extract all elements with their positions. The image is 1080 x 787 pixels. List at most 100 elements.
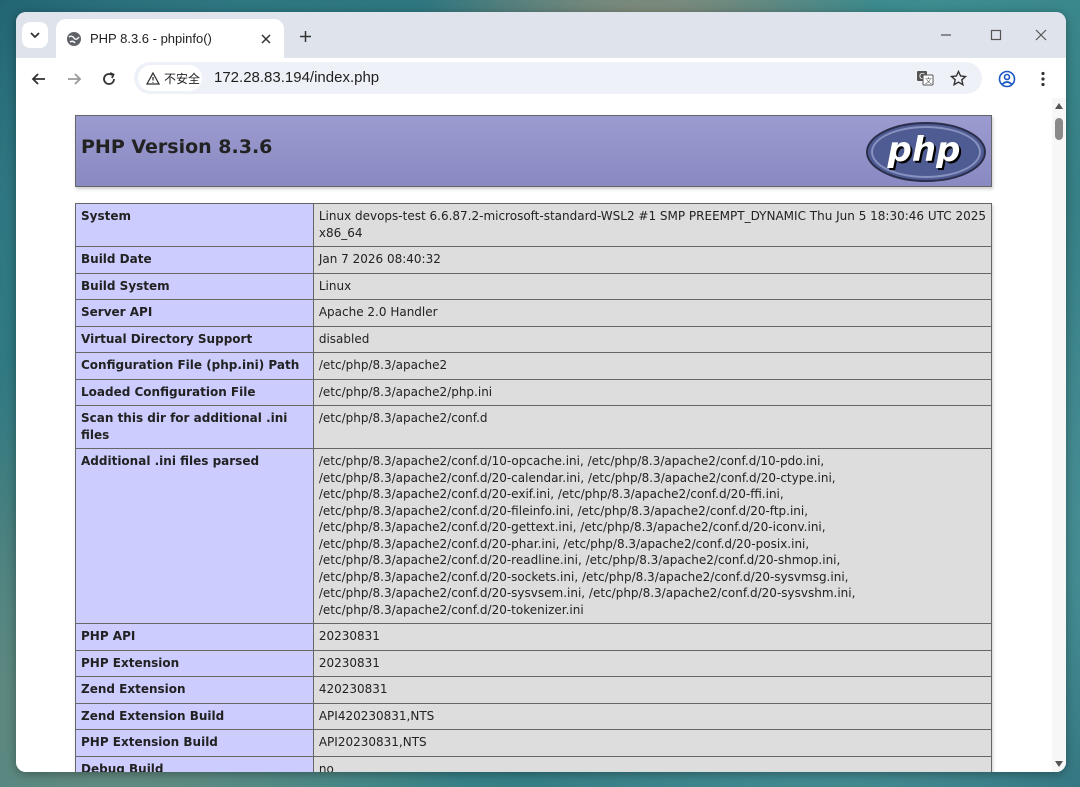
- page-viewport: PHP Version 8.3.6 php php System Linux de…: [16, 98, 1066, 772]
- table-row: PHP Extension 20230831: [75, 649, 993, 677]
- value-line: /etc/php/8.3/apache2/conf.d: [318, 411, 488, 425]
- menu-button[interactable]: [1032, 68, 1054, 90]
- row-key: Zend Extension Build: [75, 702, 314, 730]
- row-value: disabled: [312, 325, 993, 353]
- row-key: Build System: [75, 272, 314, 300]
- value-line: no: [318, 761, 334, 773]
- scroll-up-arrow[interactable]: [1054, 102, 1064, 110]
- vertical-scrollbar[interactable]: [1052, 98, 1066, 772]
- scroll-down-arrow[interactable]: [1054, 760, 1064, 768]
- phpinfo-page: PHP Version 8.3.6 php php System Linux de…: [75, 115, 993, 773]
- value-line: 420230831: [318, 682, 388, 696]
- arrow-left-icon: [31, 73, 45, 85]
- forward-button[interactable]: [63, 68, 85, 90]
- row-value: 20230831: [312, 649, 993, 677]
- table-row: Loaded Configuration File/etc/php/8.3/ap…: [75, 378, 993, 406]
- profile-button[interactable]: [996, 68, 1018, 90]
- row-value: /etc/php/8.3/apache2/conf.d/10-opcache.i…: [312, 448, 993, 624]
- maximize-button[interactable]: [986, 26, 1006, 44]
- value-line: /etc/php/8.3/apache2/php.ini: [318, 384, 493, 399]
- globe-icon: [67, 31, 81, 46]
- value-line: /etc/php/8.3/apache2/conf.d/20-fileinfo.…: [318, 503, 809, 518]
- table-row: Additional .ini files parsed/etc/php/8.3…: [75, 448, 993, 624]
- table-row: Zend Extension Build API420230831,NTS: [75, 702, 993, 730]
- row-key: Loaded Configuration File: [75, 378, 314, 406]
- value-line: /etc/php/8.3/apache2/conf.d/20-readline.…: [318, 553, 841, 567]
- reload-icon: [103, 72, 115, 85]
- row-key: PHP API: [75, 623, 314, 651]
- row-key: PHP Extension: [75, 649, 314, 677]
- address-bar[interactable]: 不安全 172.28.83.194/index.php G文: [134, 62, 982, 94]
- row-key: System: [75, 203, 314, 247]
- tab-phpinfo[interactable]: PHP 8.3.6 - phpinfo(): [56, 19, 284, 58]
- table-row: Zend Extension 420230831: [75, 676, 993, 704]
- warning-icon: [146, 71, 160, 85]
- row-key: Virtual Directory Support: [75, 325, 314, 353]
- table-row: Debug Build no: [75, 755, 993, 773]
- row-value: API20230831,NTS: [312, 729, 993, 757]
- more-vert-icon: [1041, 71, 1045, 87]
- svg-text:文: 文: [925, 76, 932, 85]
- value-line: x86_64: [318, 225, 363, 240]
- row-key: Additional .ini files parsed: [75, 448, 314, 624]
- phpinfo-table: System Linux devops-test 6.6.87.2-microso…: [75, 203, 993, 773]
- value-line: Linux: [318, 278, 352, 293]
- table-row: PHP Extension Build API20230831,NTS: [75, 729, 993, 757]
- url-text[interactable]: 172.28.83.194/index.php: [214, 69, 379, 86]
- row-value: Apache 2.0 Handler: [312, 299, 993, 327]
- value-line: /etc/php/8.3/apache2/conf.d/20-gettext.i…: [318, 520, 826, 534]
- value-line: Apache 2.0 Handler: [318, 305, 438, 319]
- translate-icon: G文: [917, 71, 934, 86]
- maximize-icon: [990, 29, 1002, 41]
- row-key: Scan this dir for additional .ini files: [75, 405, 314, 449]
- table-row: System Linux devops-test 6.6.87.2-microso…: [75, 203, 993, 247]
- svg-text:php: php: [887, 130, 961, 170]
- row-value: /etc/php/8.3/apache2: [312, 352, 993, 380]
- row-value: no: [312, 755, 993, 773]
- row-value: 20230831: [312, 623, 993, 651]
- row-key: Configuration File (php.ini) Path: [75, 352, 314, 380]
- table-row: PHP API 20230831: [75, 623, 993, 651]
- close-icon: [1035, 29, 1047, 41]
- table-row: Virtual Directory Support disabled: [75, 325, 993, 353]
- value-line: /etc/php/8.3/apache2/conf.d/20-exif.ini,…: [318, 487, 784, 501]
- scroll-thumb[interactable]: [1055, 118, 1063, 140]
- back-button[interactable]: [28, 68, 50, 90]
- row-key: Debug Build: [75, 755, 314, 772]
- table-row: Build System Linux: [75, 272, 993, 300]
- security-chip[interactable]: 不安全: [138, 65, 202, 91]
- table-row: Configuration File (php.ini) Path/etc/ph…: [75, 352, 993, 380]
- tab-search-button[interactable]: [22, 22, 48, 48]
- value-line: /etc/php/8.3/apache2/conf.d/20-sockets.i…: [318, 569, 849, 584]
- translate-button[interactable]: G文: [916, 69, 934, 87]
- browser-window: PHP 8.3.6 - phpinfo() 不安全 172.28.83.194/…: [16, 12, 1066, 772]
- close-window-button[interactable]: [1031, 26, 1051, 44]
- value-line: /etc/php/8.3/apache2/conf.d/10-opcache.i…: [318, 454, 825, 468]
- value-line: disabled: [318, 331, 370, 346]
- reload-button[interactable]: [98, 68, 120, 90]
- value-line: /etc/php/8.3/apache2/conf.d/20-tokenizer…: [318, 602, 584, 617]
- browser-toolbar: 不安全 172.28.83.194/index.php G文: [16, 58, 1066, 99]
- table-row: Scan this dir for additional .ini files /…: [75, 405, 993, 449]
- tab-close-icon[interactable]: [258, 31, 274, 47]
- tab-title: PHP 8.3.6 - phpinfo(): [90, 31, 212, 46]
- row-value: /etc/php/8.3/apache2/php.ini: [312, 378, 993, 406]
- arrow-right-icon: [68, 73, 82, 85]
- row-value: 420230831: [312, 676, 993, 704]
- value-line: 20230831: [318, 655, 380, 670]
- new-tab-button[interactable]: [294, 25, 316, 47]
- php-version-header: PHP Version 8.3.6 php php: [75, 115, 992, 187]
- value-line: API420230831,NTS: [318, 708, 435, 723]
- bookmark-button[interactable]: [949, 69, 967, 87]
- profile-icon: [998, 70, 1016, 88]
- row-value: /etc/php/8.3/apache2/conf.d: [312, 405, 993, 449]
- minimize-button[interactable]: [936, 26, 956, 44]
- value-line: 20230831: [318, 629, 380, 643]
- value-line: API20230831,NTS: [318, 735, 427, 749]
- row-key: Zend Extension: [75, 676, 314, 704]
- star-icon: [949, 69, 967, 86]
- value-line: /etc/php/8.3/apache2/conf.d/20-phar.ini,…: [318, 536, 810, 551]
- table-row: Server API Apache 2.0 Handler: [75, 299, 993, 327]
- table-row: Build Date Jan 7 2026 08:40:32: [75, 246, 993, 274]
- chevron-down-icon: [30, 32, 40, 39]
